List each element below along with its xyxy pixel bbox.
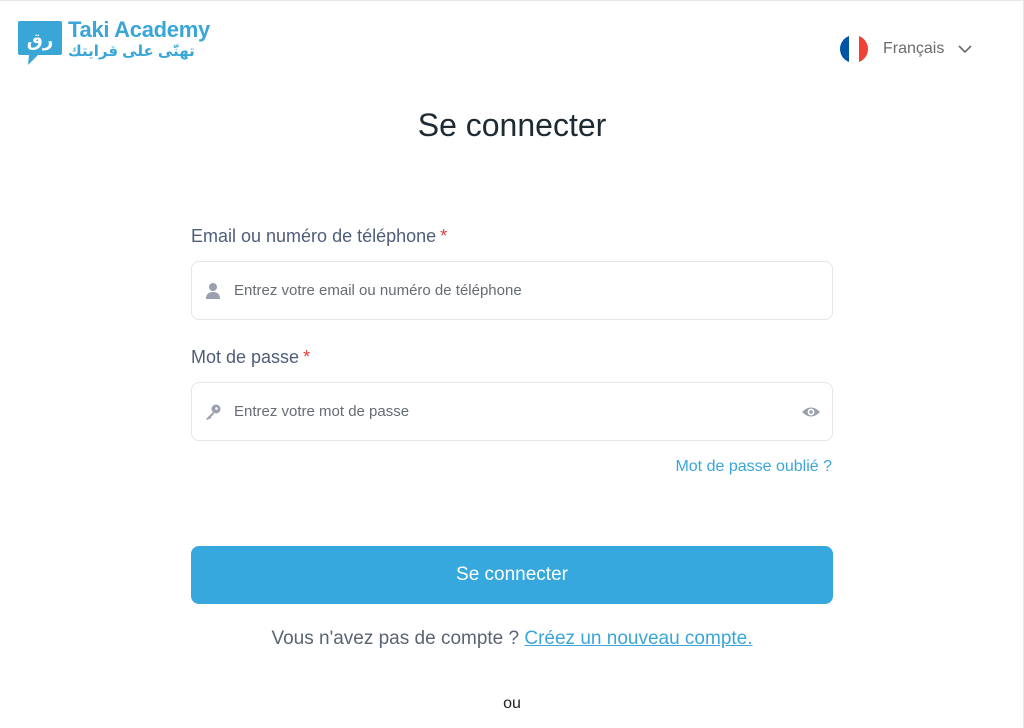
signup-prompt-text: Vous n'avez pas de compte ? bbox=[271, 628, 520, 649]
language-label: Français bbox=[883, 40, 945, 57]
logo-tagline: تهنّى على قرايتك bbox=[68, 43, 195, 60]
password-label: Mot de passe * bbox=[191, 347, 310, 368]
signup-prompt: Vous n'avez pas de compte ? Créez un nou… bbox=[0, 628, 1024, 650]
logo-glyph: رق bbox=[27, 30, 53, 51]
required-mark: * bbox=[440, 226, 448, 246]
identifier-input[interactable] bbox=[234, 262, 832, 319]
identifier-label-text: Email ou numéro de téléphone bbox=[191, 226, 437, 246]
login-page: رق Taki Academy تهنّى على قرايتك Françai… bbox=[0, 0, 1024, 728]
or-divider: ou bbox=[503, 695, 521, 712]
logo-badge-icon: رق bbox=[16, 19, 64, 67]
password-field[interactable] bbox=[191, 382, 833, 441]
user-icon bbox=[202, 280, 224, 302]
eye-icon[interactable] bbox=[800, 401, 822, 423]
required-mark: * bbox=[303, 347, 311, 367]
flag-stripe-blue bbox=[840, 35, 850, 63]
brand-logo[interactable]: رق Taki Academy تهنّى على قرايتك bbox=[16, 19, 210, 67]
logo-name: Taki Academy bbox=[68, 17, 210, 42]
key-icon bbox=[202, 401, 224, 423]
password-input[interactable] bbox=[234, 383, 800, 440]
identifier-field[interactable] bbox=[191, 261, 833, 320]
page-title: Se connecter bbox=[417, 107, 607, 143]
create-account-link[interactable]: Créez un nouveau compte. bbox=[524, 628, 752, 649]
logo-text: Taki Academy تهنّى على قرايتك bbox=[68, 17, 210, 60]
flag-stripe-white bbox=[849, 35, 859, 63]
chevron-down-icon bbox=[958, 45, 972, 54]
flag-stripe-red bbox=[858, 35, 868, 63]
login-button[interactable]: Se connecter bbox=[191, 546, 833, 604]
language-selector[interactable]: Français bbox=[840, 35, 972, 63]
france-flag-icon bbox=[840, 35, 868, 63]
identifier-label: Email ou numéro de téléphone * bbox=[191, 226, 447, 247]
password-label-text: Mot de passe bbox=[191, 347, 300, 367]
forgot-password-link[interactable]: Mot de passe oublié ? bbox=[675, 458, 832, 476]
